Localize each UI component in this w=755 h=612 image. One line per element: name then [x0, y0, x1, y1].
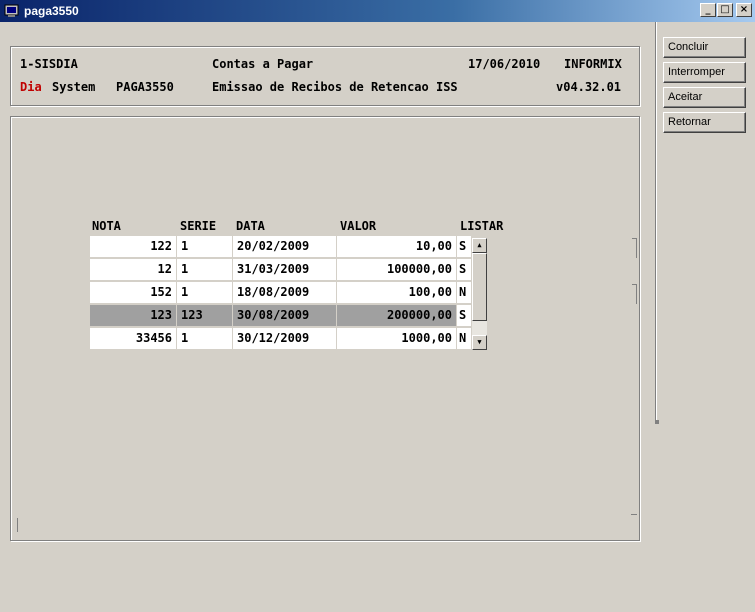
cell-nota[interactable]: 123 — [90, 305, 177, 327]
version-label: v04.32.01 — [556, 80, 622, 94]
cell-valor[interactable]: 10,00 — [337, 236, 457, 258]
window-title: paga3550 — [24, 4, 79, 18]
cell-serie[interactable]: 1 — [177, 328, 233, 350]
window-titlebar[interactable]: paga3550 _ □ × — [0, 0, 755, 22]
program-code: PAGA3550 — [116, 80, 174, 94]
system-code: 1-SISDIA — [20, 57, 78, 71]
cell-listar[interactable]: S — [457, 305, 472, 327]
cell-data[interactable]: 31/03/2009 — [233, 259, 337, 281]
column-header-data: DATA — [236, 219, 265, 233]
cell-valor[interactable]: 100,00 — [337, 282, 457, 304]
cell-data[interactable]: 30/12/2009 — [233, 328, 337, 350]
minimize-button[interactable]: _ — [700, 3, 716, 17]
scrollbar-thumb[interactable] — [472, 253, 487, 321]
form-edge-marker — [636, 238, 637, 258]
interromper-button[interactable]: Interromper — [663, 62, 746, 83]
cell-serie[interactable]: 123 — [177, 305, 233, 327]
brand-red-text: Dia — [20, 80, 42, 94]
cell-serie[interactable]: 1 — [177, 236, 233, 258]
cell-nota[interactable]: 12 — [90, 259, 177, 281]
scroll-up-arrow-icon[interactable]: ▲ — [472, 238, 487, 253]
panel-resize-marker — [655, 420, 659, 424]
brand-text: System — [52, 80, 96, 94]
cell-listar[interactable]: S — [457, 236, 472, 258]
cell-listar[interactable]: N — [457, 328, 472, 350]
database-name: INFORMIX — [564, 57, 622, 71]
cell-nota[interactable]: 122 — [90, 236, 177, 258]
cell-data[interactable]: 20/02/2009 — [233, 236, 337, 258]
cell-nota[interactable]: 152 — [90, 282, 177, 304]
current-date: 17/06/2010 — [468, 57, 541, 71]
cell-serie[interactable]: 1 — [177, 282, 233, 304]
column-header-nota: NOTA — [92, 219, 121, 233]
column-header-valor: VALOR — [340, 219, 377, 233]
concluir-button[interactable]: Concluir — [663, 37, 746, 58]
close-button[interactable]: × — [736, 3, 752, 17]
text-cursor-marker — [17, 518, 18, 532]
cell-listar[interactable]: S — [457, 259, 472, 281]
program-description: Emissao de Recibos de Retencao ISS — [212, 80, 458, 94]
cell-serie[interactable]: 1 — [177, 259, 233, 281]
column-header-serie: SERIE — [180, 219, 217, 233]
form-edge-marker — [631, 514, 637, 515]
cell-valor[interactable]: 200000,00 — [337, 305, 457, 327]
cell-valor[interactable]: 100000,00 — [337, 259, 457, 281]
table-scrollbar[interactable]: ▲ ▼ — [472, 238, 487, 350]
cell-data[interactable]: 18/08/2009 — [233, 282, 337, 304]
scroll-down-arrow-icon[interactable]: ▼ — [472, 335, 487, 350]
module-title: Contas a Pagar — [212, 57, 314, 71]
form-edge-marker — [636, 284, 637, 304]
cell-nota[interactable]: 33456 — [90, 328, 177, 350]
header-panel — [10, 46, 640, 106]
cell-data[interactable]: 30/08/2009 — [233, 305, 337, 327]
cell-listar[interactable]: N — [457, 282, 472, 304]
app-window-icon — [4, 4, 19, 17]
retornar-button[interactable]: Retornar — [663, 112, 746, 133]
cell-valor[interactable]: 1000,00 — [337, 328, 457, 350]
aceitar-button[interactable]: Aceitar — [663, 87, 746, 108]
maximize-button[interactable]: □ — [717, 3, 733, 17]
column-header-listar: LISTAR — [460, 219, 504, 233]
